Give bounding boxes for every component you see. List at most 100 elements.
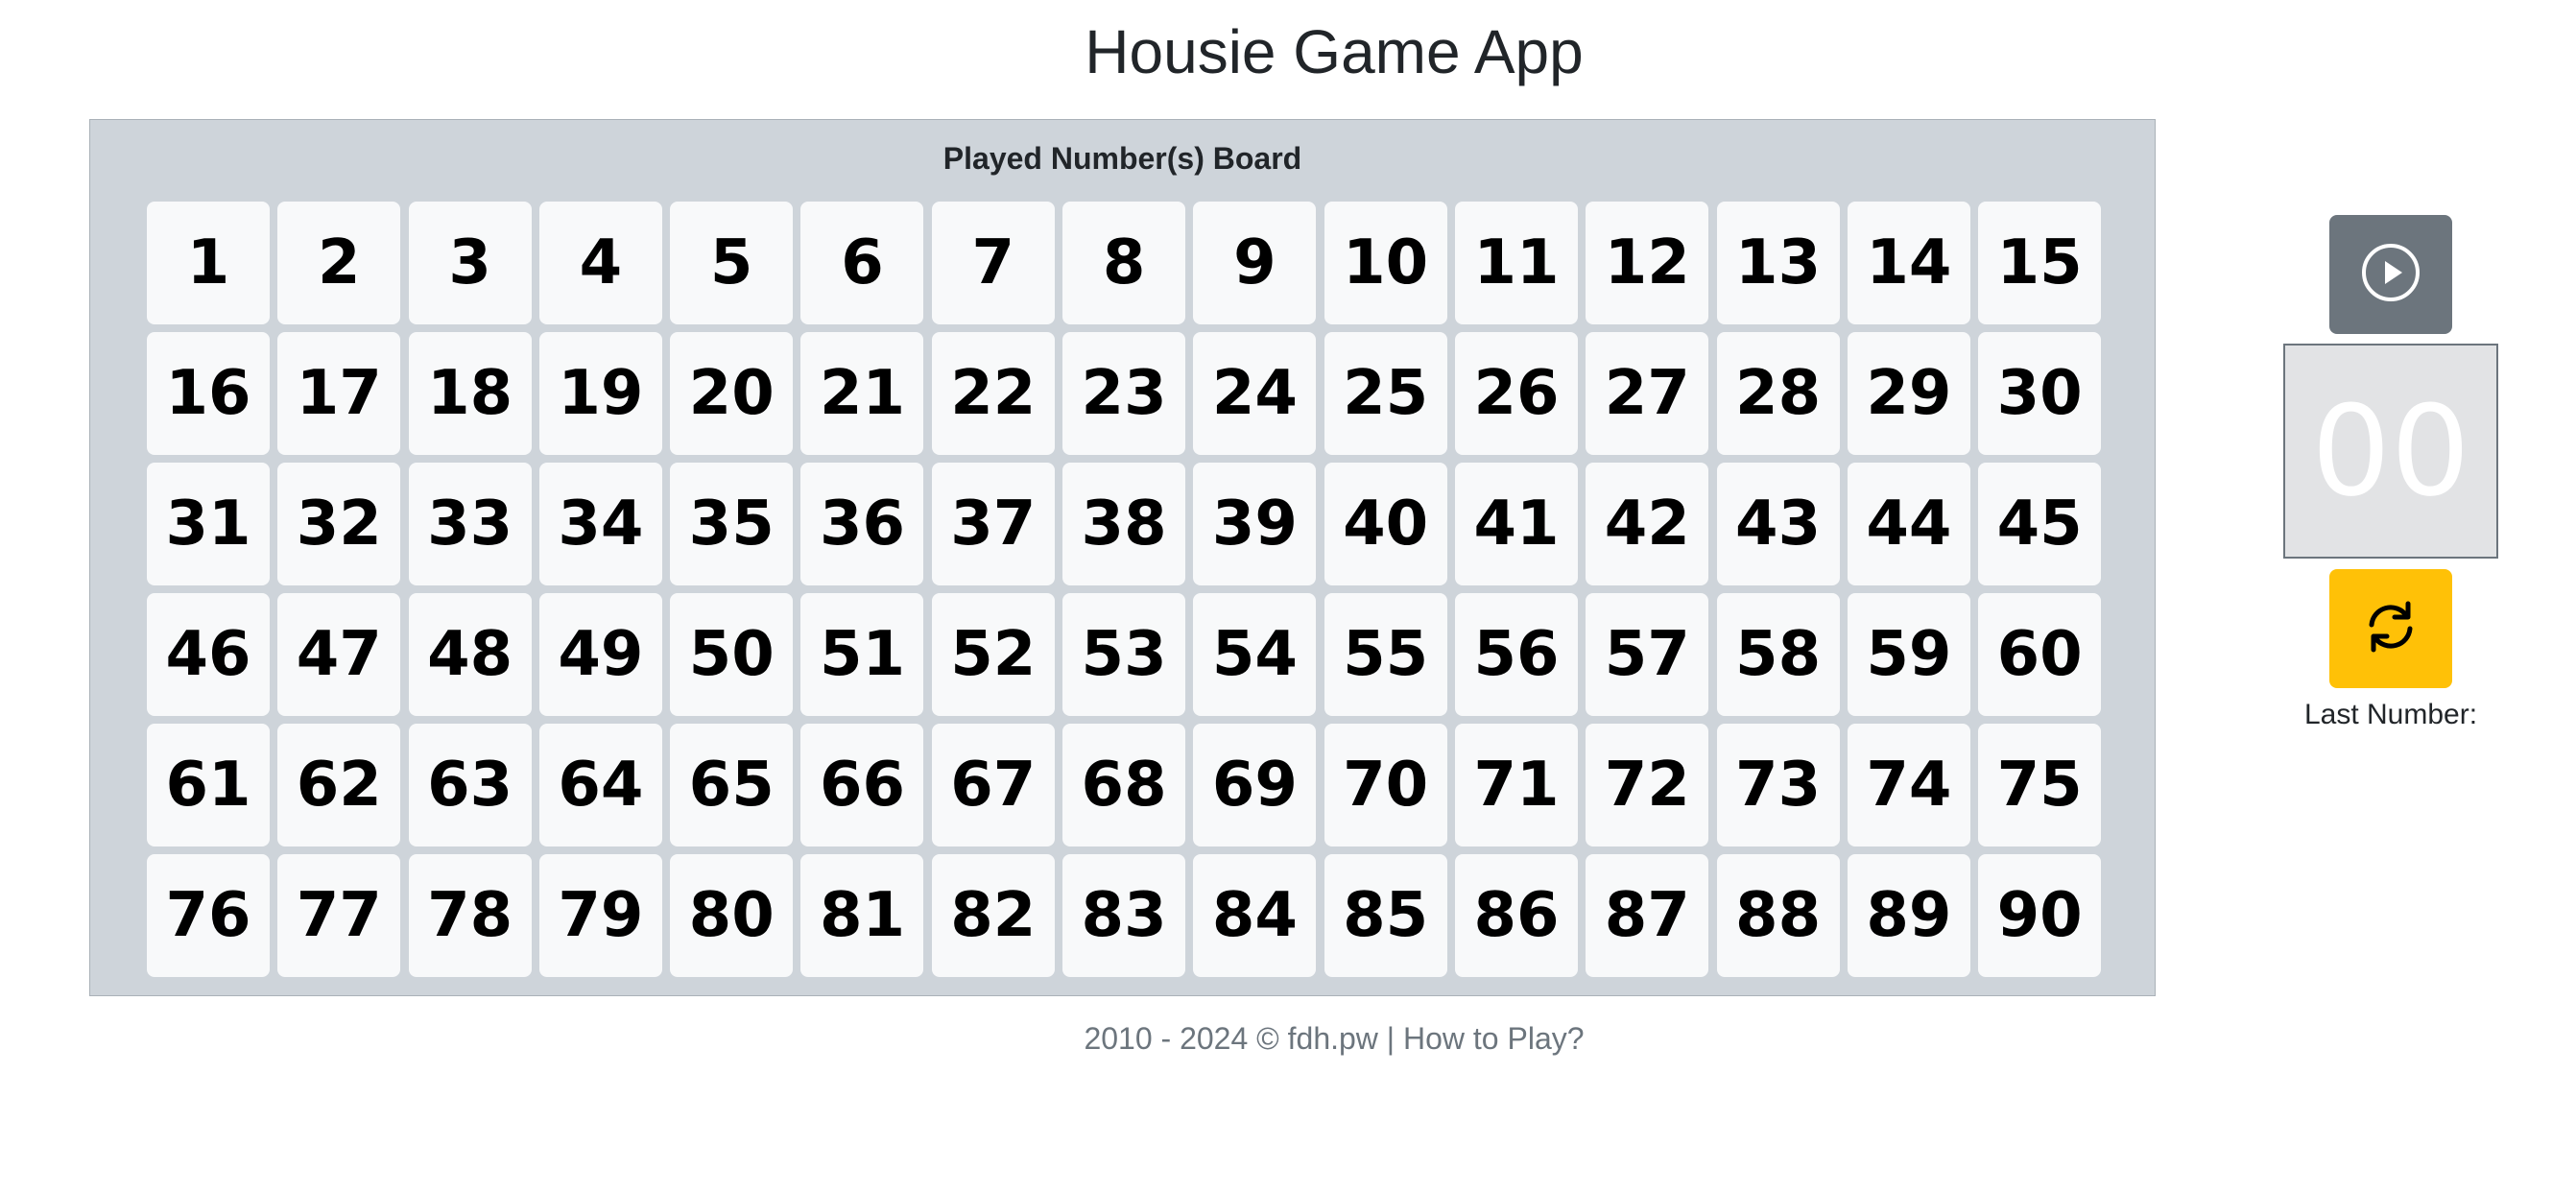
number-cell[interactable]: 22 — [931, 332, 1055, 455]
play-button[interactable] — [2329, 215, 2452, 334]
number-cell[interactable]: 50 — [670, 593, 794, 716]
last-number-label: Last Number: — [2303, 699, 2478, 730]
number-cell[interactable]: 18 — [408, 332, 532, 455]
number-cell[interactable]: 62 — [277, 724, 401, 846]
number-cell[interactable]: 66 — [800, 724, 924, 846]
number-cell[interactable]: 35 — [670, 463, 794, 585]
number-cell[interactable]: 63 — [408, 724, 532, 846]
number-cell[interactable]: 31 — [147, 463, 270, 585]
reset-button[interactable] — [2329, 569, 2452, 688]
number-cell[interactable]: 6 — [800, 202, 924, 324]
number-cell[interactable]: 27 — [1586, 332, 1709, 455]
number-cell[interactable]: 17 — [277, 332, 401, 455]
number-cell[interactable]: 40 — [1324, 463, 1447, 585]
footer-copyright: 2010 - 2024 © fdh.pw — [1084, 1021, 1378, 1056]
number-cell[interactable]: 70 — [1324, 724, 1447, 846]
number-cell[interactable]: 76 — [147, 854, 270, 977]
number-cell[interactable]: 59 — [1847, 593, 1970, 716]
number-cell[interactable]: 87 — [1586, 854, 1709, 977]
number-cell[interactable]: 43 — [1716, 463, 1840, 585]
number-cell[interactable]: 72 — [1586, 724, 1709, 846]
number-cell[interactable]: 5 — [670, 202, 794, 324]
number-cell[interactable]: 71 — [1454, 724, 1578, 846]
number-cell[interactable]: 13 — [1716, 202, 1840, 324]
number-cell[interactable]: 34 — [538, 463, 662, 585]
number-cell[interactable]: 57 — [1586, 593, 1709, 716]
number-cell[interactable]: 39 — [1193, 463, 1317, 585]
number-cell[interactable]: 26 — [1454, 332, 1578, 455]
number-cell[interactable]: 46 — [147, 593, 270, 716]
number-cell[interactable]: 81 — [800, 854, 924, 977]
number-cell[interactable]: 58 — [1716, 593, 1840, 716]
number-cell[interactable]: 12 — [1586, 202, 1709, 324]
number-cell[interactable]: 85 — [1324, 854, 1447, 977]
number-cell[interactable]: 86 — [1454, 854, 1578, 977]
number-cell[interactable]: 24 — [1193, 332, 1317, 455]
number-cell[interactable]: 19 — [538, 332, 662, 455]
number-cell[interactable]: 79 — [538, 854, 662, 977]
number-cell[interactable]: 55 — [1324, 593, 1447, 716]
number-cell[interactable]: 3 — [408, 202, 532, 324]
number-cell[interactable]: 49 — [538, 593, 662, 716]
number-cell[interactable]: 88 — [1716, 854, 1840, 977]
number-cell[interactable]: 84 — [1193, 854, 1317, 977]
page-title: Housie Game App — [1085, 17, 1584, 86]
number-grid: 1 2 3 4 5 6 7 8 9 10 11 12 13 14 15 16 17 18 19 20 21 22 23 24 2… — [147, 202, 2102, 977]
number-cell[interactable]: 64 — [538, 724, 662, 846]
number-cell[interactable]: 41 — [1454, 463, 1578, 585]
number-cell[interactable]: 32 — [277, 463, 401, 585]
number-cell[interactable]: 73 — [1716, 724, 1840, 846]
number-cell[interactable]: 74 — [1847, 724, 1970, 846]
number-cell[interactable]: 16 — [147, 332, 270, 455]
number-cell[interactable]: 56 — [1454, 593, 1578, 716]
number-cell[interactable]: 82 — [931, 854, 1055, 977]
number-cell[interactable]: 28 — [1716, 332, 1840, 455]
how-to-play-link[interactable]: How to Play? — [1403, 1021, 1585, 1056]
number-cell[interactable]: 77 — [277, 854, 401, 977]
number-cell[interactable]: 20 — [670, 332, 794, 455]
number-cell[interactable]: 68 — [1062, 724, 1186, 846]
number-cell[interactable]: 33 — [408, 463, 532, 585]
number-cell[interactable]: 83 — [1062, 854, 1186, 977]
number-cell[interactable]: 69 — [1193, 724, 1317, 846]
number-cell[interactable]: 67 — [931, 724, 1055, 846]
number-cell[interactable]: 38 — [1062, 463, 1186, 585]
number-cell[interactable]: 29 — [1847, 332, 1970, 455]
number-cell[interactable]: 61 — [147, 724, 270, 846]
number-cell[interactable]: 45 — [1978, 463, 2102, 585]
number-cell[interactable]: 15 — [1978, 202, 2102, 324]
number-cell[interactable]: 65 — [670, 724, 794, 846]
number-cell[interactable]: 10 — [1324, 202, 1447, 324]
number-cell[interactable]: 53 — [1062, 593, 1186, 716]
number-cell[interactable]: 36 — [800, 463, 924, 585]
number-cell[interactable]: 9 — [1193, 202, 1317, 324]
number-cell[interactable]: 21 — [800, 332, 924, 455]
number-cell[interactable]: 14 — [1847, 202, 1970, 324]
number-cell[interactable]: 80 — [670, 854, 794, 977]
number-cell[interactable]: 47 — [277, 593, 401, 716]
number-cell[interactable]: 89 — [1847, 854, 1970, 977]
number-cell[interactable]: 23 — [1062, 332, 1186, 455]
number-cell[interactable]: 44 — [1847, 463, 1970, 585]
number-cell[interactable]: 1 — [147, 202, 270, 324]
number-cell[interactable]: 11 — [1454, 202, 1578, 324]
number-cell[interactable]: 52 — [931, 593, 1055, 716]
number-cell[interactable]: 37 — [931, 463, 1055, 585]
footer-separator: | — [1377, 1021, 1403, 1056]
number-cell[interactable]: 2 — [277, 202, 401, 324]
number-cell[interactable]: 30 — [1978, 332, 2102, 455]
number-cell[interactable]: 7 — [931, 202, 1055, 324]
number-cell[interactable]: 78 — [408, 854, 532, 977]
refresh-icon — [2360, 596, 2421, 662]
number-cell[interactable]: 42 — [1586, 463, 1709, 585]
number-cell[interactable]: 4 — [538, 202, 662, 324]
number-cell[interactable]: 48 — [408, 593, 532, 716]
number-cell[interactable]: 75 — [1978, 724, 2102, 846]
number-cell[interactable]: 54 — [1193, 593, 1317, 716]
play-circle-icon — [2360, 242, 2421, 308]
number-cell[interactable]: 90 — [1978, 854, 2102, 977]
number-cell[interactable]: 8 — [1062, 202, 1186, 324]
number-cell[interactable]: 60 — [1978, 593, 2102, 716]
number-cell[interactable]: 51 — [800, 593, 924, 716]
number-cell[interactable]: 25 — [1324, 332, 1447, 455]
